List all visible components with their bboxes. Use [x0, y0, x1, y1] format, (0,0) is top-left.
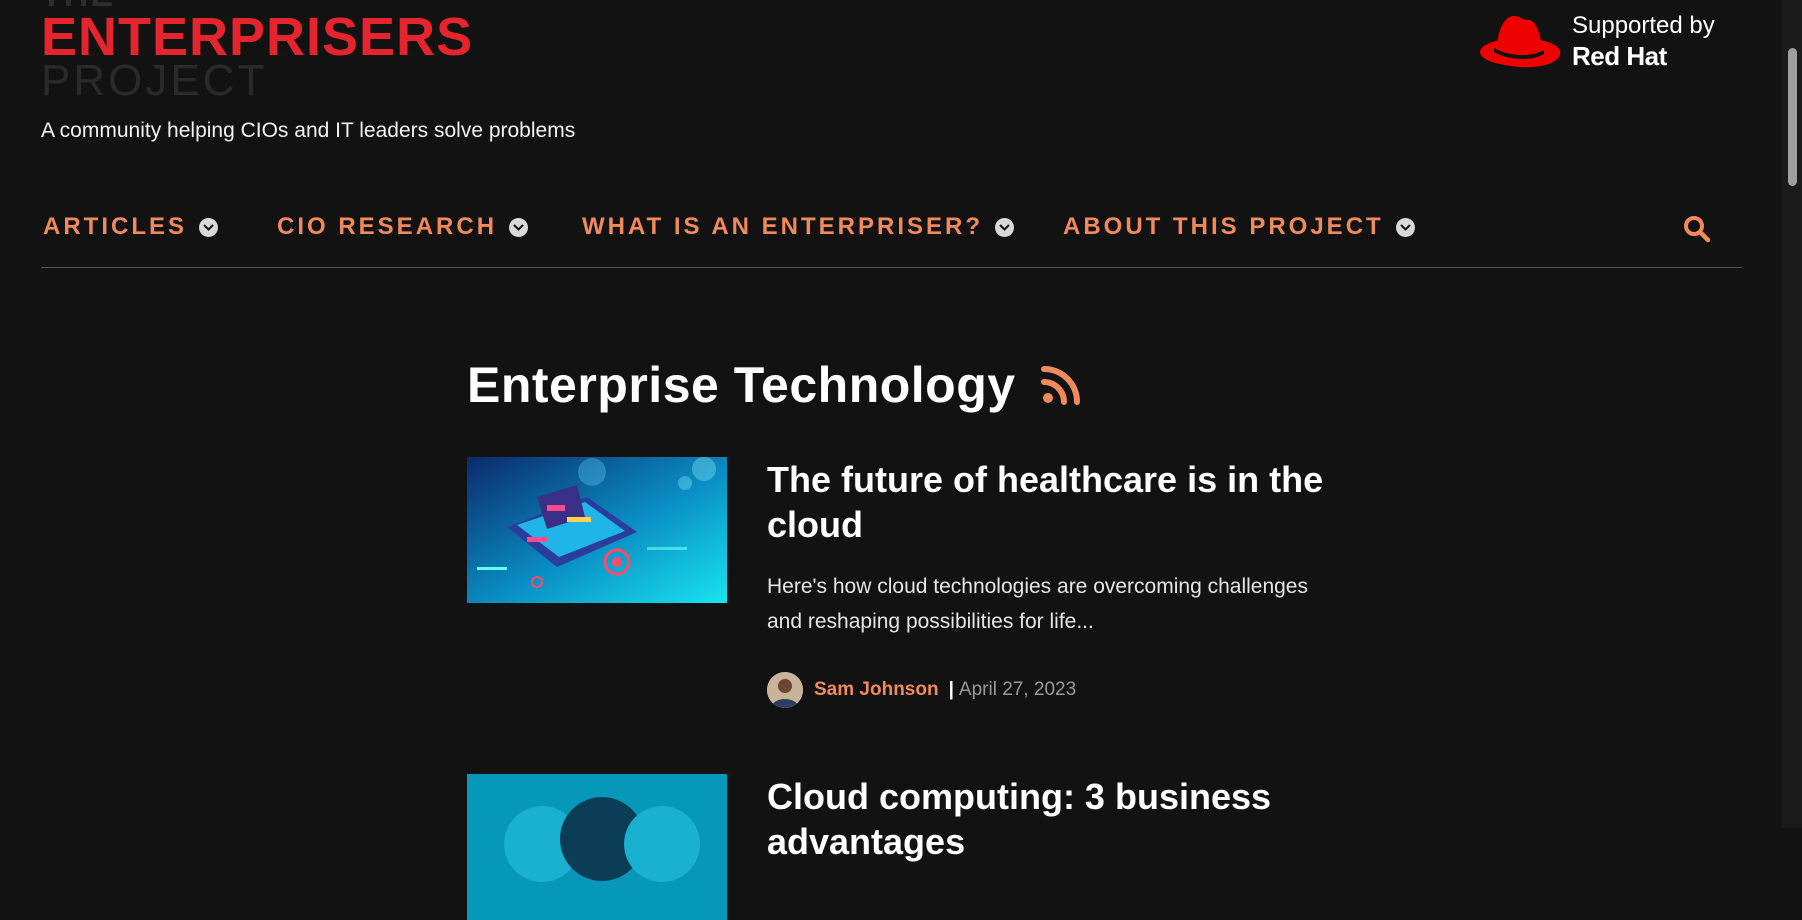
site-tagline: A community helping CIOs and IT leaders … — [41, 119, 576, 142]
article-meta: Sam Johnson | April 27, 2023 — [767, 672, 1327, 708]
article-summary: Here's how cloud technologies are overco… — [767, 575, 1308, 633]
rss-icon[interactable] — [1040, 364, 1082, 406]
article-author-link[interactable]: Sam Johnson — [814, 679, 939, 701]
business-cloud-illustration — [467, 774, 727, 920]
nav-item-label: ARTICLES — [43, 213, 187, 240]
nav-item-label: ABOUT THIS PROJECT — [1063, 213, 1384, 240]
cloud-healthcare-illustration — [467, 457, 727, 603]
nav-item-about-this-project[interactable]: ABOUT THIS PROJECT — [1063, 213, 1415, 241]
article-thumbnail[interactable] — [467, 774, 727, 920]
search-icon[interactable] — [1682, 214, 1712, 244]
section-header: Enterprise Technology — [467, 356, 1082, 414]
logo-main-text: ENTERPRISERS — [41, 7, 474, 67]
main-nav: ARTICLES CIO RESEARCH WHAT IS AN ENTERPR… — [41, 209, 1742, 268]
logo-project-text: PROJECT — [41, 56, 268, 105]
article-thumbnail[interactable] — [467, 457, 727, 603]
nav-item-what-is-an-enterpriser[interactable]: WHAT IS AN ENTERPRISER? — [582, 213, 1015, 241]
chevron-down-icon — [199, 217, 218, 237]
chevron-down-icon — [509, 217, 529, 237]
sponsor-supported-by: Supported by — [1572, 12, 1715, 39]
site-logo[interactable]: THE ENTERPRISERS PROJECT — [41, 0, 474, 105]
nav-item-label: CIO RESEARCH — [277, 213, 498, 240]
nav-item-cio-research[interactable]: CIO RESEARCH — [277, 213, 529, 241]
nav-item-articles[interactable]: ARTICLES — [43, 213, 218, 241]
chevron-down-icon — [995, 217, 1015, 237]
scrollbar-thumb[interactable] — [1788, 48, 1797, 186]
avatar[interactable] — [767, 672, 803, 708]
redhat-sponsor-link[interactable]: Supported by Red Hat — [1478, 10, 1715, 72]
redhat-fedora-icon — [1480, 16, 1561, 68]
article-title-link[interactable]: Cloud computing: 3 business advantages — [767, 774, 1327, 864]
article-date: April 27, 2023 — [958, 679, 1077, 700]
nav-item-label: WHAT IS AN ENTERPRISER? — [582, 213, 984, 240]
chevron-down-icon — [1395, 217, 1415, 237]
page-scrollbar[interactable] — [1782, 0, 1802, 828]
article-title-link[interactable]: The future of healthcare is in the cloud — [767, 457, 1327, 547]
meta-separator: | — [948, 679, 954, 700]
page-title: Enterprise Technology — [467, 357, 1016, 413]
sponsor-red-hat: Red Hat — [1572, 41, 1667, 71]
